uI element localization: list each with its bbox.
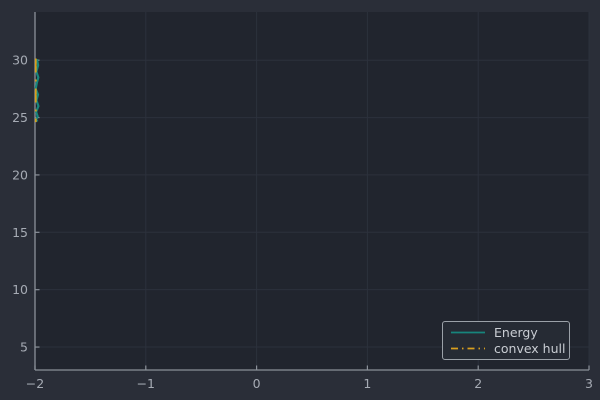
x-tick-label: 0 xyxy=(253,376,261,391)
legend-item-convex-hull: convex hull xyxy=(450,341,566,356)
axes-background xyxy=(35,12,589,370)
y-tick-label: 25 xyxy=(12,110,28,125)
figure: −2 −1 0 1 2 3 5 10 15 20 25 30 Energy convex hull xyxy=(0,0,600,400)
y-tick-label: 5 xyxy=(20,340,28,355)
y-tick-label: 15 xyxy=(12,225,28,240)
x-tick-label: 3 xyxy=(585,376,593,391)
legend-label-energy: Energy xyxy=(494,325,538,340)
x-tick-label: 1 xyxy=(363,376,371,391)
legend-label-convex-hull: convex hull xyxy=(494,341,566,356)
convex-hull-line-sample-icon xyxy=(451,347,485,350)
legend: Energy convex hull xyxy=(442,321,570,360)
energy-line-sample-icon xyxy=(451,331,485,334)
x-tick-label: −2 xyxy=(26,376,44,391)
y-tick-label: 10 xyxy=(12,282,28,297)
y-tick-label: 30 xyxy=(12,53,28,68)
y-tick-label: 20 xyxy=(12,167,28,182)
x-tick-label: 2 xyxy=(474,376,482,391)
x-tick-label: −1 xyxy=(137,376,155,391)
legend-item-energy: Energy xyxy=(450,325,562,340)
